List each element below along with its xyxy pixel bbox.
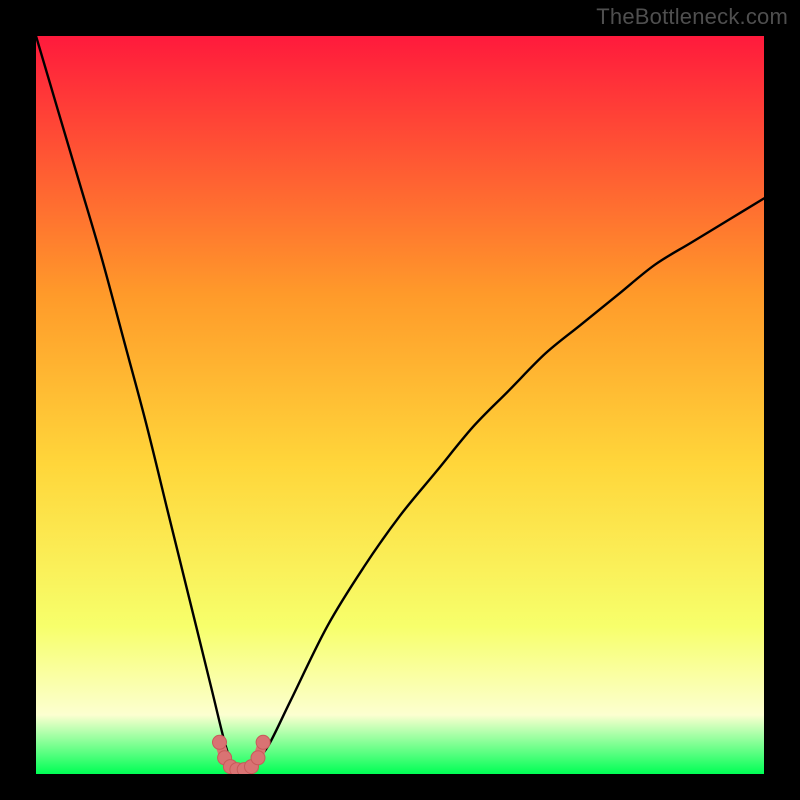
watermark-text: TheBottleneck.com — [596, 4, 788, 30]
gradient-background — [36, 36, 764, 774]
chart-frame: { "watermark": "TheBottleneck.com", "col… — [0, 0, 800, 800]
marker-dot — [256, 735, 270, 749]
plot-area — [36, 36, 764, 774]
marker-dot — [213, 735, 227, 749]
chart-svg — [36, 36, 764, 774]
marker-dot — [251, 751, 265, 765]
